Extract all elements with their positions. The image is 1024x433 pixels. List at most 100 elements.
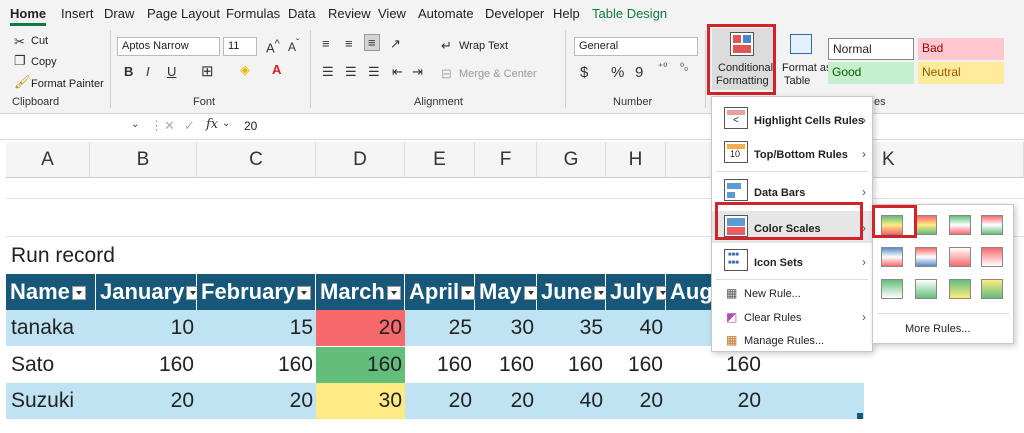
color-scale-white-green[interactable]: [915, 279, 937, 299]
cell-value[interactable]: 160: [96, 347, 197, 383]
font-name-select[interactable]: Aptos Narrow: [117, 37, 220, 56]
table-header-march[interactable]: March: [316, 274, 405, 310]
cell-value[interactable]: 15: [197, 310, 316, 346]
color-scale-red-white[interactable]: [981, 247, 1003, 267]
cell-value[interactable]: 20: [606, 383, 666, 419]
align-right-icon[interactable]: ☰: [368, 64, 380, 80]
cell-value[interactable]: 40: [606, 310, 666, 346]
color-scale-white-red[interactable]: [949, 247, 971, 267]
cell-value[interactable]: 160: [537, 347, 606, 383]
table-header-january[interactable]: January: [96, 274, 201, 310]
tab-page-layout[interactable]: Page Layout: [147, 6, 220, 21]
color-scale-yellow-green[interactable]: [981, 279, 1003, 299]
cell-value[interactable]: 20: [316, 310, 405, 346]
cell-value[interactable]: 20: [666, 383, 764, 419]
color-scale-green-white[interactable]: [881, 279, 903, 299]
merge-center-button[interactable]: Merge & Center: [459, 68, 537, 80]
cut-button[interactable]: Cut: [31, 35, 48, 47]
color-scale-red-white-blue[interactable]: [915, 247, 937, 267]
tab-home[interactable]: Home: [10, 6, 47, 26]
bold-button[interactable]: B: [124, 64, 133, 79]
cell-value[interactable]: 20: [197, 383, 316, 419]
borders-icon[interactable]: ⊞: [201, 62, 214, 80]
table-resize-handle[interactable]: [857, 413, 863, 419]
style-good[interactable]: Good: [828, 62, 914, 84]
font-size-select[interactable]: 11: [223, 37, 257, 56]
column-header-a[interactable]: A: [6, 142, 90, 178]
menu-item-manage-rules[interactable]: ▦ Manage Rules...: [712, 330, 872, 352]
decrease-decimal-icon[interactable]: ⁰₀: [680, 62, 688, 73]
color-scale-green-white-red[interactable]: [949, 215, 971, 235]
fx-chevron-icon[interactable]: ⌄: [222, 118, 230, 129]
tab-developer[interactable]: Developer: [485, 6, 544, 21]
cell-value[interactable]: 40: [537, 383, 606, 419]
table-header-july[interactable]: July: [606, 274, 671, 310]
formula-input[interactable]: 20: [244, 119, 257, 133]
align-center-icon[interactable]: ☰: [345, 64, 357, 80]
tab-draw[interactable]: Draw: [104, 6, 134, 21]
cell-value[interactable]: 10: [96, 310, 197, 346]
color-scale-blue-white-red[interactable]: [881, 247, 903, 267]
cancel-icon[interactable]: ✕: [164, 118, 175, 134]
cell-value[interactable]: 160: [606, 347, 666, 383]
filter-dropdown-icon[interactable]: [297, 286, 312, 301]
cell-name[interactable]: Sato: [8, 347, 57, 383]
tab-data[interactable]: Data: [288, 6, 315, 21]
increase-font-icon[interactable]: A^: [266, 38, 280, 55]
table-header-june[interactable]: June: [537, 274, 609, 310]
function-button[interactable]: fx: [206, 117, 218, 132]
cell-value[interactable]: 160: [316, 347, 405, 383]
filter-dropdown-icon[interactable]: [523, 286, 538, 301]
style-normal[interactable]: Normal: [828, 38, 914, 60]
comma-button[interactable]: 9: [635, 64, 643, 81]
enter-icon[interactable]: ✓: [184, 118, 195, 134]
cell-name[interactable]: Suzuki: [8, 383, 77, 419]
filter-dropdown-icon[interactable]: [71, 286, 86, 301]
name-box-chevron-icon[interactable]: ⌄: [131, 119, 139, 130]
menu-item-icon-sets[interactable]: ■■■ ■■■ Icon Sets ›: [712, 245, 872, 277]
percent-button[interactable]: %: [611, 64, 624, 81]
increase-decimal-icon[interactable]: ⁺⁰: [658, 62, 667, 73]
format-as-table-button[interactable]: Format as Table: [782, 32, 832, 92]
table-header-name[interactable]: Name: [6, 274, 96, 310]
color-scale-red-white-green[interactable]: [981, 215, 1003, 235]
cell-value[interactable]: 20: [96, 383, 197, 419]
filter-dropdown-icon[interactable]: [386, 286, 401, 301]
color-scale-red-yellow-green[interactable]: [915, 215, 937, 235]
currency-button[interactable]: $: [580, 64, 588, 81]
cell-value[interactable]: 20: [405, 383, 475, 419]
underline-button[interactable]: U: [167, 64, 176, 79]
cell-value[interactable]: 25: [405, 310, 475, 346]
cell-value[interactable]: 160: [197, 347, 316, 383]
font-color-icon[interactable]: A: [272, 62, 281, 77]
fill-color-icon[interactable]: ◈: [240, 62, 250, 78]
tab-review[interactable]: Review: [328, 6, 371, 21]
cell-value[interactable]: 35: [537, 310, 606, 346]
cell-value[interactable]: 20: [475, 383, 537, 419]
menu-item-new-rule[interactable]: ▦ New Rule...: [712, 283, 872, 305]
cell-value[interactable]: 30: [475, 310, 537, 346]
indent-icon[interactable]: ⇤: [392, 64, 403, 80]
cell-value[interactable]: 30: [316, 383, 405, 419]
table-header-february[interactable]: February: [197, 274, 316, 310]
align-middle-icon[interactable]: ≡: [345, 36, 353, 51]
column-header-f[interactable]: F: [475, 142, 537, 178]
tab-automate[interactable]: Automate: [418, 6, 474, 21]
more-rules-link[interactable]: More Rules...: [905, 323, 970, 335]
cell-value[interactable]: 160: [405, 347, 475, 383]
table-header-may[interactable]: May: [475, 274, 538, 310]
column-header-h[interactable]: H: [606, 142, 666, 178]
align-bottom-icon[interactable]: ≡: [364, 34, 380, 51]
tab-help[interactable]: Help: [553, 6, 580, 21]
cell-value[interactable]: 160: [666, 347, 764, 383]
number-format-select[interactable]: General: [574, 37, 698, 56]
table-header-april[interactable]: April: [405, 274, 476, 310]
filter-dropdown-icon[interactable]: [461, 286, 476, 301]
copy-button[interactable]: Copy: [31, 56, 57, 68]
color-scale-green-yellow[interactable]: [949, 279, 971, 299]
column-header-e[interactable]: E: [405, 142, 475, 178]
tab-table-design[interactable]: Table Design: [592, 6, 667, 21]
column-header-c[interactable]: C: [197, 142, 316, 178]
align-left-icon[interactable]: ☰: [322, 64, 334, 80]
menu-item-top-bottom-rules[interactable]: 10 Top/Bottom Rules ›: [712, 137, 872, 169]
